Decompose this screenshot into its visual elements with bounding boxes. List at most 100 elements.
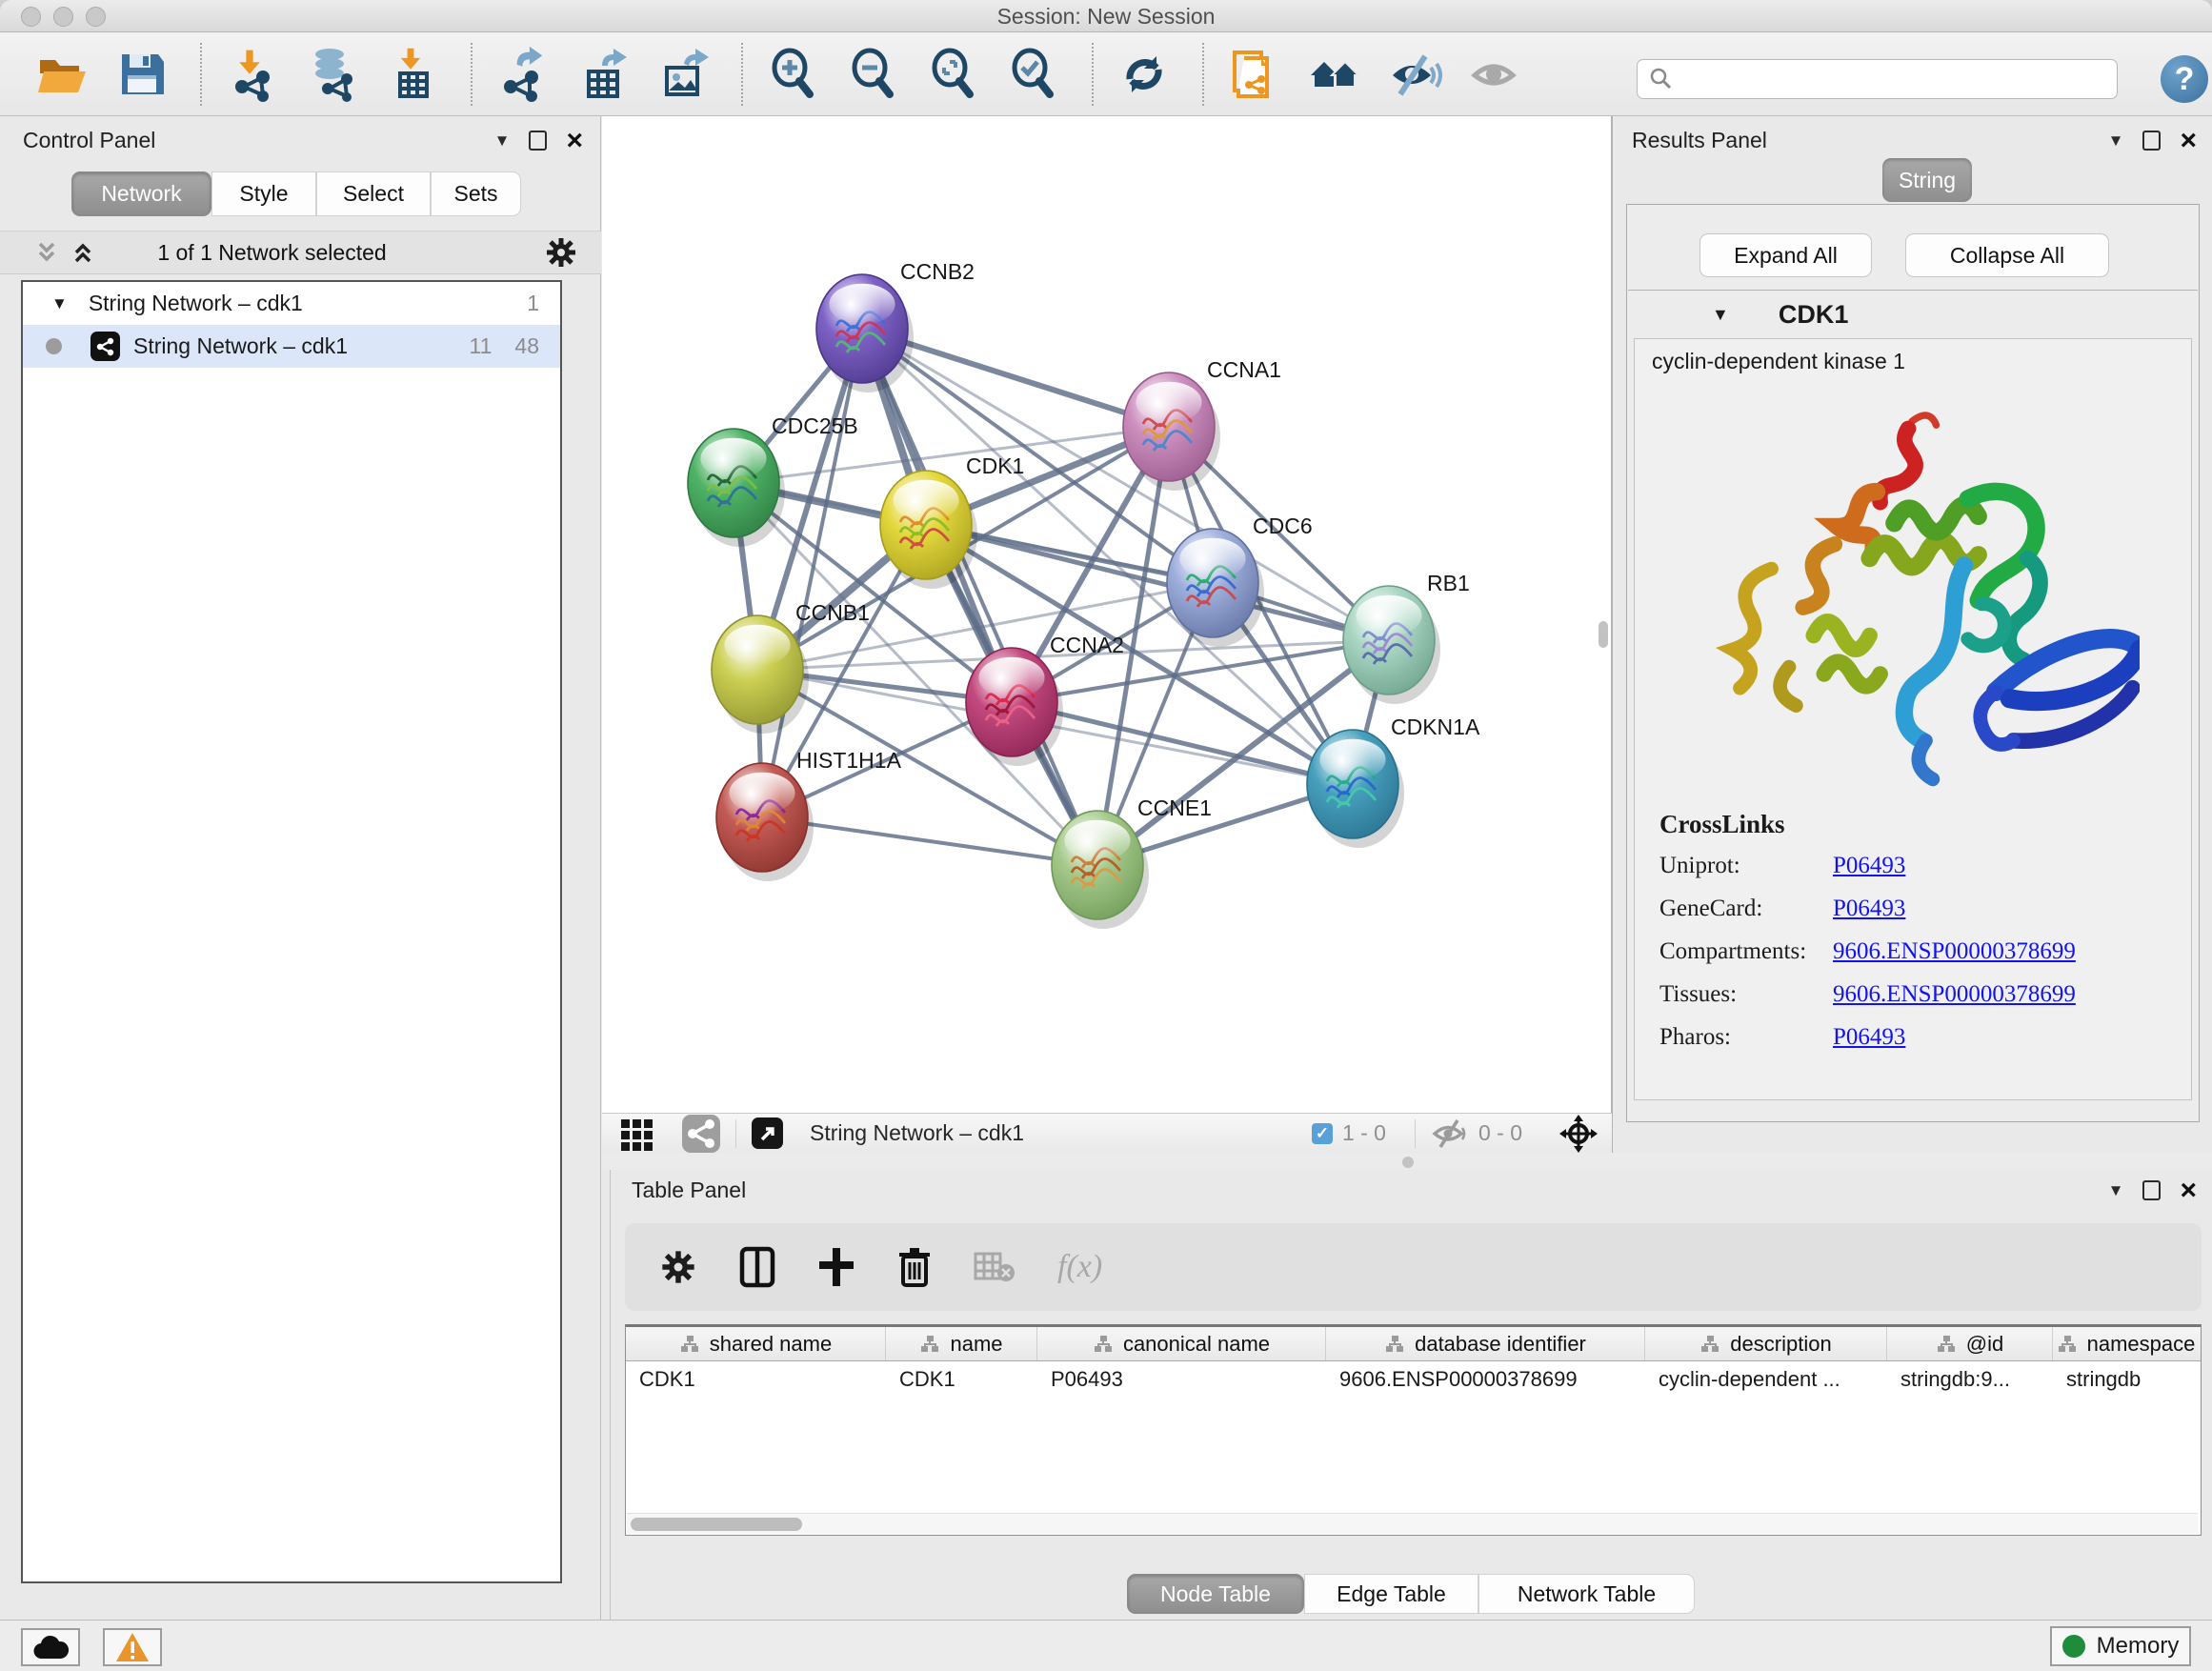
warnings-button[interactable] — [103, 1628, 162, 1666]
tab-node-table[interactable]: Node Table — [1127, 1574, 1304, 1614]
node-label-CDKN1A: CDKN1A — [1391, 715, 1480, 739]
zoom-out-button[interactable] — [844, 45, 903, 104]
panel-close-icon[interactable]: × — [566, 131, 583, 151]
column-header-id[interactable]: @id — [1887, 1327, 2053, 1360]
refresh-button[interactable] — [1115, 45, 1174, 104]
hide-selected-button[interactable] — [1385, 45, 1444, 104]
table-settings-gear-icon[interactable] — [659, 1248, 697, 1286]
open-file-button[interactable] — [32, 45, 91, 104]
tab-style[interactable]: Style — [211, 171, 316, 216]
panel-menu-caret-icon[interactable]: ▼ — [2108, 131, 2124, 151]
export-table-button[interactable] — [573, 45, 633, 104]
panel-close-icon[interactable]: × — [2180, 131, 2197, 151]
network-canvas[interactable]: CCNB2CCNA1CDC25BCDK1CDC6RB1CCNB1CCNA2CDK… — [602, 116, 1612, 1113]
column-header-description[interactable]: description — [1645, 1327, 1887, 1360]
panel-close-icon[interactable]: × — [2180, 1181, 2197, 1200]
select-columns-icon[interactable] — [739, 1246, 775, 1288]
zoom-fit-button[interactable] — [924, 45, 983, 104]
protein-section-header[interactable]: ▼ CDK1 — [1628, 291, 2198, 338]
panel-menu-caret-icon[interactable]: ▼ — [2108, 1181, 2124, 1200]
pharos-link[interactable]: P06493 — [1833, 1024, 1905, 1051]
column-header-namespace[interactable]: namespace — [2053, 1327, 2199, 1360]
eye-icon — [1467, 47, 1522, 102]
gear-icon[interactable] — [544, 235, 578, 270]
home-layout-button[interactable] — [1305, 45, 1364, 104]
cell-id[interactable]: stringdb:9... — [1887, 1361, 2053, 1398]
toolbar-search[interactable] — [1637, 59, 2118, 99]
panel-float-icon[interactable] — [2142, 1180, 2161, 1200]
network-node-CCNB2[interactable]: CCNB2 — [816, 259, 975, 383]
panel-menu-caret-icon[interactable]: ▼ — [494, 131, 511, 151]
function-builder-icon[interactable]: f(x) — [1057, 1249, 1102, 1285]
network-node-CDK1[interactable]: CDK1 — [880, 453, 1024, 579]
cloud-status-button[interactable] — [21, 1628, 80, 1666]
network-node-CDC6[interactable]: CDC6 — [1167, 513, 1313, 637]
import-table-file-button[interactable] — [383, 45, 442, 104]
collapse-all-button[interactable]: Collapse All — [1905, 233, 2109, 277]
clone-network-button[interactable] — [1225, 45, 1284, 104]
cell-shared-name[interactable]: CDK1 — [626, 1361, 886, 1398]
add-column-plus-icon[interactable] — [817, 1246, 855, 1288]
tab-sets[interactable]: Sets — [431, 171, 521, 216]
tab-network[interactable]: Network — [71, 171, 211, 216]
horizontal-splitter[interactable] — [602, 1153, 2212, 1170]
open-in-new-window-icon[interactable] — [752, 1117, 783, 1149]
network-row-selected[interactable]: String Network – cdk1 11 48 — [23, 325, 560, 368]
compartments-link[interactable]: 9606.ENSP00000378699 — [1833, 938, 2076, 965]
tissues-link[interactable]: 9606.ENSP00000378699 — [1833, 981, 2076, 1008]
crosslink-row: Tissues: 9606.ENSP00000378699 — [1659, 981, 2076, 1008]
export-image-button[interactable] — [654, 45, 713, 104]
cell-namespace[interactable]: stringdb — [2053, 1361, 2199, 1398]
uniprot-link[interactable]: P06493 — [1833, 853, 1905, 879]
column-header-shared-name[interactable]: shared name — [626, 1327, 886, 1360]
zoom-selected-button[interactable] — [1004, 45, 1063, 104]
delete-trash-icon[interactable] — [897, 1245, 932, 1289]
hidden-eye-slash-icon[interactable] — [1431, 1117, 1469, 1150]
zoom-in-button[interactable] — [764, 45, 823, 104]
panel-float-icon[interactable] — [2142, 131, 2161, 151]
column-header-canonical-name[interactable]: canonical name — [1037, 1327, 1326, 1360]
section-collapse-caret-icon[interactable]: ▼ — [1712, 305, 1729, 325]
save-session-button[interactable] — [112, 45, 171, 104]
delete-table-icon[interactable] — [974, 1250, 1016, 1284]
pan-crosshair-icon[interactable] — [1558, 1114, 1599, 1154]
import-network-file-button[interactable] — [223, 45, 282, 104]
horizontal-scrollbar[interactable] — [627, 1513, 2198, 1534]
splitter-handle-icon[interactable] — [1402, 1157, 1414, 1168]
column-header-database-identifier[interactable]: database identifier — [1326, 1327, 1645, 1360]
table-row[interactable]: CDK1 CDK1 P06493 9606.ENSP00000378699 cy… — [626, 1361, 2201, 1398]
scrollbar-thumb[interactable] — [631, 1518, 802, 1531]
tab-string[interactable]: String — [1882, 158, 1972, 202]
network-share-icon[interactable] — [682, 1115, 720, 1153]
hidden-node-edge-counts: 0 - 0 — [1478, 1120, 1522, 1146]
tab-network-table[interactable]: Network Table — [1478, 1574, 1695, 1614]
tab-select[interactable]: Select — [316, 171, 431, 216]
tree-expand-caret-icon[interactable]: ▼ — [51, 294, 68, 313]
show-all-button[interactable] — [1465, 45, 1524, 104]
import-network-database-button[interactable] — [303, 45, 362, 104]
memory-button[interactable]: Memory — [2050, 1626, 2191, 1666]
selected-checkbox-icon[interactable]: ✓ — [1312, 1123, 1333, 1144]
cell-canonical-name[interactable]: P06493 — [1037, 1361, 1326, 1398]
network-node-CCNB1[interactable]: CCNB1 — [712, 600, 870, 724]
panel-float-icon[interactable] — [529, 131, 547, 151]
table-header-row: shared name name canonical name database… — [626, 1327, 2201, 1361]
export-network-button[interactable] — [493, 45, 553, 104]
import-table-icon — [385, 47, 440, 102]
network-node-CCNA1[interactable]: CCNA1 — [1123, 357, 1281, 481]
cell-database-identifier[interactable]: 9606.ENSP00000378699 — [1326, 1361, 1645, 1398]
crosslink-label: Compartments: — [1659, 938, 1833, 965]
expand-all-button[interactable]: Expand All — [1699, 233, 1872, 277]
network-node-RB1[interactable]: RB1 — [1343, 571, 1470, 695]
column-header-name[interactable]: name — [886, 1327, 1037, 1360]
search-input[interactable] — [1674, 67, 2093, 91]
toolbar-separator — [1092, 43, 1094, 106]
cell-description[interactable]: cyclin-dependent ... — [1645, 1361, 1887, 1398]
panel-splitter-handle[interactable] — [1599, 621, 1608, 648]
cell-name[interactable]: CDK1 — [886, 1361, 1037, 1398]
help-button[interactable]: ? — [2161, 55, 2208, 103]
tab-edge-table[interactable]: Edge Table — [1304, 1574, 1478, 1614]
genecard-link[interactable]: P06493 — [1833, 896, 1905, 922]
network-collection-row[interactable]: ▼ String Network – cdk1 1 — [23, 282, 560, 325]
birdseye-grid-icon[interactable] — [619, 1116, 655, 1152]
